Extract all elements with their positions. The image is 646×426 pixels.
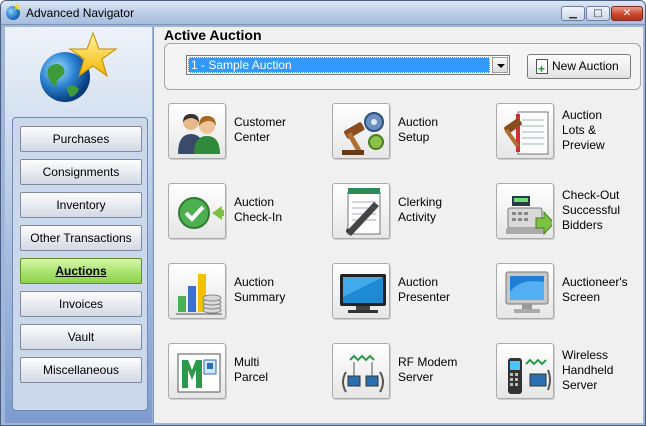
tile-label: Auction Summary (234, 275, 286, 304)
checkmark-arrow-icon[interactable] (168, 183, 226, 239)
window-title: Advanced Navigator (26, 6, 135, 20)
multi-parcel-icon[interactable] (168, 343, 226, 399)
tile-label: Multi Parcel (234, 355, 269, 384)
sidebar-item-other-transactions[interactable]: Other Transactions (20, 225, 142, 251)
tile-label: Auction Lots & Preview (562, 108, 605, 152)
widescreen-monitor-icon[interactable] (332, 263, 390, 319)
new-auction-label: New Auction (552, 59, 619, 73)
tile-label: Auction Check-In (234, 195, 283, 224)
close-button[interactable]: ✕ (611, 6, 643, 21)
tile-auction-setup[interactable]: Auction Setup (332, 103, 492, 165)
pen-paper-icon[interactable] (332, 183, 390, 239)
tile-label: Wireless Handheld Server (562, 348, 614, 392)
auction-select-value: 1 - Sample Auction (188, 57, 490, 73)
new-document-icon (536, 58, 548, 81)
tile-label: Auctioneer's Screen (562, 275, 628, 304)
sidebar-item-auctions[interactable]: Auctions (20, 258, 142, 284)
sidebar-item-invoices[interactable]: Invoices (20, 291, 142, 317)
tile-multi-parcel[interactable]: Multi Parcel (168, 343, 328, 405)
main-area: Active Auction 1 - Sample Auction New Au… (153, 27, 643, 423)
app-globe-star-icon (6, 6, 20, 20)
active-auction-heading: Active Auction (164, 27, 262, 43)
tile-auction-presenter[interactable]: Auction Presenter (332, 263, 492, 325)
tile-rf-modem-server[interactable]: RF Modem Server (332, 343, 492, 405)
sidebar-item-miscellaneous[interactable]: Miscellaneous (20, 357, 142, 383)
tile-check-out-successful-bidders[interactable]: Check-Out Successful Bidders (496, 183, 645, 245)
title-bar[interactable]: Advanced Navigator ▁ □ ✕ (1, 1, 645, 25)
tile-label: Auction Presenter (398, 275, 451, 304)
customers-icon[interactable] (168, 103, 226, 159)
chevron-down-icon[interactable] (492, 57, 508, 73)
maximize-button[interactable]: □ (586, 6, 610, 21)
sidebar-item-vault[interactable]: Vault (20, 324, 142, 350)
tile-label: Check-Out Successful Bidders (562, 188, 621, 232)
lcd-monitor-icon[interactable] (496, 263, 554, 319)
rf-modem-icon[interactable] (332, 343, 390, 399)
tile-auctioneer-s-screen[interactable]: Auctioneer's Screen (496, 263, 645, 325)
sidebar-item-consignments[interactable]: Consignments (20, 159, 142, 185)
navigation-panel: Purchases Consignments Inventory Other Tran… (12, 117, 148, 411)
new-auction-button[interactable]: New Auction (527, 54, 631, 81)
gavel-gears-icon[interactable] (332, 103, 390, 159)
handheld-device-icon[interactable] (496, 343, 554, 399)
tile-auction-lots-preview[interactable]: Auction Lots & Preview (496, 103, 645, 165)
sidebar-item-purchases[interactable]: Purchases (20, 126, 142, 152)
globe-star-logo-icon (40, 31, 118, 102)
tile-customer-center[interactable]: Customer Center (168, 103, 328, 165)
minimize-button[interactable]: ▁ (561, 6, 585, 21)
sidebar: Purchases Consignments Inventory Other Tran… (5, 27, 152, 423)
tile-label: Customer Center (234, 115, 287, 144)
gavel-notebook-icon[interactable] (496, 103, 554, 159)
bar-chart-coins-icon[interactable] (168, 263, 226, 319)
tile-clerking-activity[interactable]: Clerking Activity (332, 183, 492, 245)
cash-register-icon[interactable] (496, 183, 554, 239)
tile-wireless-handheld-server[interactable]: Wireless Handheld Server (496, 343, 645, 405)
advanced-navigator-window: Advanced Navigator ▁ □ ✕ Purchases Consi… (0, 0, 646, 426)
tile-label: Clerking Activity (398, 195, 443, 224)
tile-auction-summary[interactable]: Auction Summary (168, 263, 328, 325)
tile-label: RF Modem Server (398, 355, 458, 384)
active-auction-group: 1 - Sample Auction New Auction (164, 43, 641, 90)
sidebar-item-inventory[interactable]: Inventory (20, 192, 142, 218)
auction-select[interactable]: 1 - Sample Auction (186, 55, 510, 75)
tile-auction-check-in[interactable]: Auction Check-In (168, 183, 328, 245)
tile-label: Auction Setup (398, 115, 439, 144)
